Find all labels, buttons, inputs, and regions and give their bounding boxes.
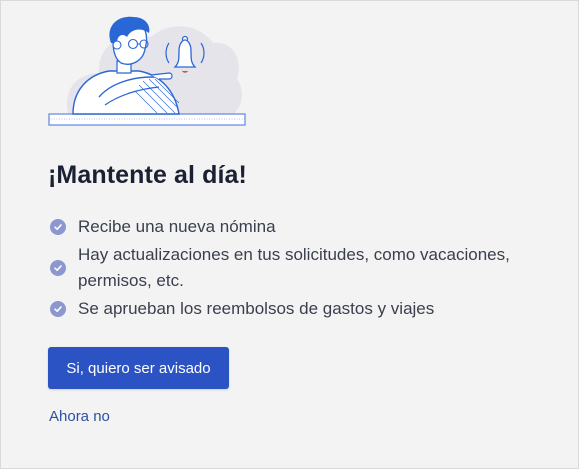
benefit-text: Se aprueban los reembolsos de gastos y v…: [78, 299, 435, 318]
person-bell-illustration: [48, 16, 246, 126]
dialog-title: ¡Mantente al día!: [48, 161, 247, 189]
benefit-text: Hay actualizaciones en tus solicitudes, …: [78, 245, 510, 290]
notification-optin-panel: ¡Mantente al día! Recibe una nueva nómin…: [0, 0, 579, 469]
benefit-item: Se aprueban los reembolsos de gastos y v…: [48, 296, 558, 322]
check-circle-icon: [50, 260, 66, 276]
check-circle-icon: [50, 301, 66, 317]
benefits-list: Recibe una nueva nómina Hay actualizacio…: [48, 214, 558, 324]
not-now-link[interactable]: Ahora no: [49, 408, 110, 425]
benefit-item: Recibe una nueva nómina: [48, 214, 558, 240]
benefit-item: Hay actualizaciones en tus solicitudes, …: [48, 242, 558, 294]
check-circle-icon: [50, 219, 66, 235]
benefit-text: Recibe una nueva nómina: [78, 217, 276, 236]
subscribe-button[interactable]: Si, quiero ser avisado: [48, 347, 229, 389]
